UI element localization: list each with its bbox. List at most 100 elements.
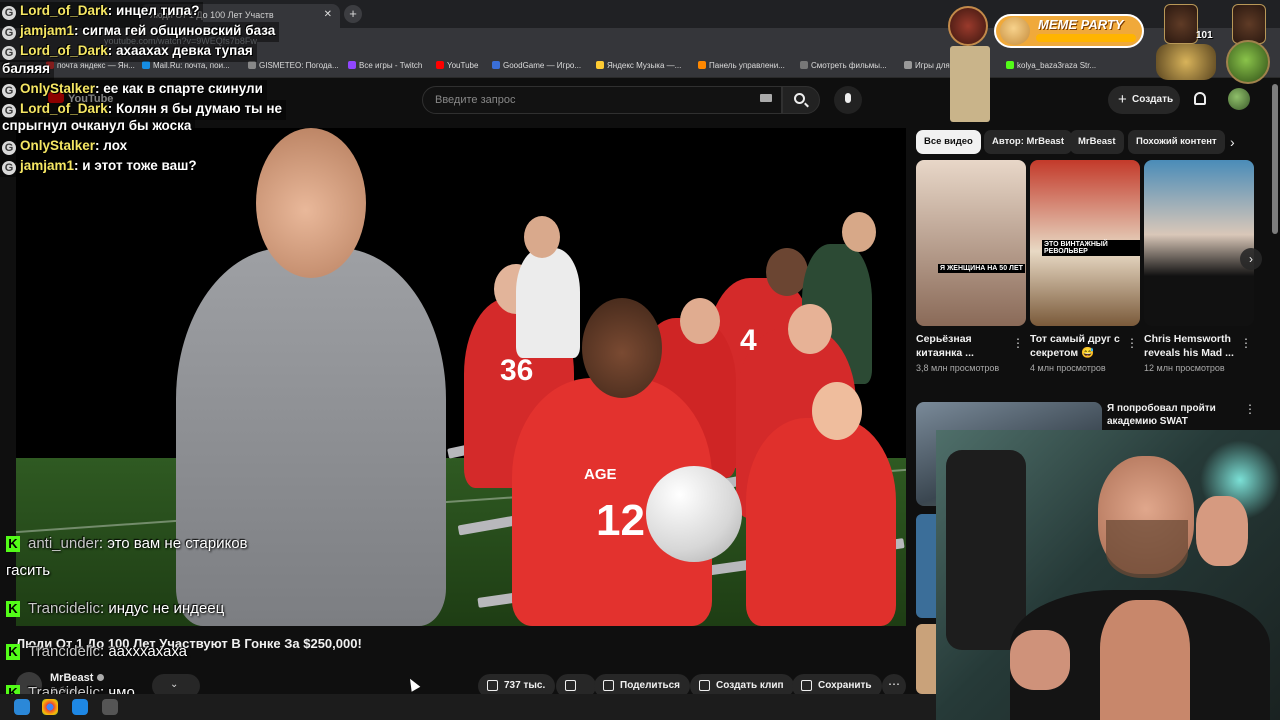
thumbs-down-icon — [565, 680, 576, 691]
keyboard-icon[interactable] — [760, 94, 772, 102]
chat-message: G Lord_of_Dark: инцел типа? — [0, 2, 204, 22]
bookmark-games[interactable]: Игры для — [904, 61, 950, 70]
meme-party-widget: MEME PARTY — [994, 14, 1144, 48]
recommended-thumbnail-partial[interactable] — [916, 514, 936, 618]
meme-progress-bar — [1036, 34, 1136, 42]
kid-head — [582, 298, 662, 398]
overlay-counter: 101 — [1196, 30, 1213, 41]
chat-message: G OnlyStalker: лох — [0, 137, 132, 157]
short-overlay-text: ЭТО ВИНТАЖНЫЙ РЕВОЛЬВЕР — [1042, 240, 1140, 256]
account-avatar[interactable] — [1228, 88, 1250, 110]
chip-all-videos[interactable]: Все видео — [916, 130, 981, 154]
doge-icon — [1000, 17, 1030, 45]
chat-message-continued: гасить — [6, 562, 51, 579]
search-input[interactable]: Введите запрос — [422, 86, 782, 114]
bookmark-panel[interactable]: Панель управлени... — [698, 61, 785, 70]
platform-icon: G — [2, 26, 16, 40]
short-thumbnail-3[interactable] — [1144, 160, 1254, 326]
chip-similar[interactable]: Похожий контент — [1128, 130, 1225, 154]
short-thumbnail-2[interactable]: ЭТО ВИНТАЖНЫЙ РЕВОЛЬВЕР — [1030, 160, 1140, 326]
platform-icon: G — [2, 141, 16, 155]
platform-icon: G — [2, 6, 16, 20]
skull-emblem — [1226, 40, 1270, 84]
settings-icon[interactable] — [102, 699, 118, 715]
taskbar — [0, 694, 936, 720]
scroll-decoration — [950, 46, 990, 122]
tab-close-icon[interactable]: ✕ — [324, 9, 332, 20]
bookmark-icon — [801, 680, 812, 691]
more-options-icon[interactable]: ⋮ — [1012, 336, 1024, 350]
chip-mrbeast[interactable]: MrBeast — [1070, 130, 1124, 154]
share-icon — [603, 680, 614, 691]
bookmark-gismeteo[interactable]: GISMETEO: Погода... — [248, 61, 339, 70]
bookmark-yandex-mail[interactable]: почта яндекс — Ян... — [46, 61, 135, 70]
channel-name[interactable]: MrBeast — [50, 672, 105, 684]
chat-message: Gjamjam1: и этот тоже ваш? — [0, 157, 201, 177]
bookmark-youtube[interactable]: YouTube — [436, 61, 478, 70]
contestant-head — [812, 382, 862, 440]
microphone-icon[interactable] — [834, 86, 862, 114]
white-ball — [646, 466, 742, 562]
gold-badge — [1156, 44, 1216, 80]
rank-emblem — [1164, 4, 1198, 44]
more-options-icon[interactable]: ⋮ — [1240, 336, 1252, 350]
search-icon[interactable] — [794, 93, 805, 104]
screen: Люди От 1 До 100 Лет Участв ✕ + youtube.… — [0, 0, 1280, 720]
recommended-title[interactable]: Я попробовал пройти академию SWAT — [1107, 402, 1237, 428]
jersey-number: 36 — [500, 354, 534, 387]
platform-icon: G — [2, 84, 16, 98]
short-views-3: 12 млн просмотров — [1144, 363, 1225, 373]
platform-icon: G — [2, 46, 16, 60]
short-title-2[interactable]: Тот самый друг с секретом 😅 — [1030, 332, 1130, 360]
rank-emblem — [1232, 4, 1266, 44]
windows-start-icon[interactable] — [14, 699, 30, 715]
more-options-icon[interactable]: ⋮ — [1244, 402, 1256, 416]
bookmark-twitch[interactable]: Все игры - Twitch — [348, 61, 422, 70]
more-options-icon[interactable]: ⋮ — [1126, 336, 1138, 350]
platform-icon: G — [2, 161, 16, 175]
short-views-1: 3,8 млн просмотров — [916, 363, 1000, 373]
bookmark-mailru[interactable]: Mail.Ru: почта, пои... — [142, 61, 230, 70]
kick-icon: K — [6, 536, 20, 552]
chevron-right-icon[interactable]: › — [1230, 134, 1235, 150]
chip-author[interactable]: Автор: MrBeast — [984, 130, 1072, 154]
chat-message-continued: спрыгнул очканул бы жоска — [0, 117, 196, 137]
contestant-head — [680, 298, 720, 344]
app-icon[interactable] — [72, 699, 88, 715]
bookmark-kick[interactable]: kolya_baza3raza Str... — [1006, 61, 1096, 70]
new-tab-button[interactable]: + — [344, 5, 362, 23]
chrome-icon[interactable] — [42, 699, 58, 715]
short-overlay-text: Я ЖЕНЩИНА НА 50 ЛЕТ — [938, 264, 1025, 273]
bookmark-goodgame[interactable]: GoodGame — Игро... — [492, 61, 581, 70]
meme-party-label: MEME PARTY — [1038, 17, 1124, 32]
short-title-1[interactable]: Серьёзная китаянка ... — [916, 332, 1016, 360]
short-title-3[interactable]: Chris Hemsworth reveals his Mad ... — [1144, 332, 1244, 360]
contestant-head — [788, 304, 832, 354]
jersey-number: 12 — [596, 496, 645, 545]
host-person — [176, 248, 446, 626]
page-scrollbar[interactable] — [1272, 84, 1278, 234]
chat-message: G Lord_of_Dark: ахаахах девка тупая — [0, 42, 257, 62]
jersey-text: AGE — [584, 466, 617, 483]
scissors-icon — [699, 680, 710, 691]
shorts-next-icon[interactable]: › — [1240, 248, 1262, 270]
contestant — [516, 248, 580, 358]
chat-message: K Trancidelic: индус не индеец — [6, 600, 224, 617]
contestant — [746, 418, 896, 626]
chat-message-continued: баляяя — [0, 60, 55, 80]
streamer-beard — [1106, 520, 1188, 578]
contestant-head — [842, 212, 876, 252]
create-button[interactable]: Создать — [1108, 86, 1180, 114]
thumbs-up-icon — [487, 680, 498, 691]
short-thumbnail-1[interactable]: Я ЖЕНЩИНА НА 50 ЛЕТ — [916, 160, 1026, 326]
platform-icon: G — [2, 104, 16, 118]
bookmark-yandex-music[interactable]: Яндекс Музыка —... — [596, 61, 681, 70]
chat-message: K Trancidelic: аахххахаха — [6, 643, 187, 660]
short-views-2: 4 млн просмотров — [1030, 363, 1106, 373]
notifications-bell-icon[interactable] — [1194, 92, 1206, 105]
chat-message: Kanti_under: это вам не стариков — [6, 535, 248, 552]
kick-icon: K — [6, 644, 20, 660]
gaming-chair — [946, 450, 1026, 650]
bookmark-movies[interactable]: Смотреть фильмы... — [800, 61, 887, 70]
recommended-thumbnail-partial[interactable] — [916, 624, 936, 694]
